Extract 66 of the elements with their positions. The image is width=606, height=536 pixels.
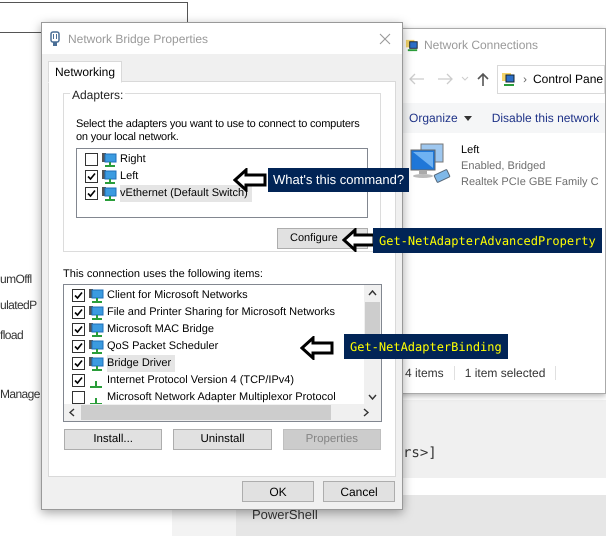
list-item[interactable]: Left (120, 168, 138, 185)
action-button[interactable]: Install... (64, 429, 162, 450)
dialog-button[interactable]: Cancel (323, 481, 395, 502)
tab[interactable]: Networking (48, 61, 122, 83)
section-label: This connection uses the following items: (63, 267, 264, 281)
checkbox[interactable] (72, 323, 85, 336)
network-service-icon (88, 304, 104, 320)
checkbox[interactable] (72, 340, 85, 353)
chevron-down-icon (461, 76, 469, 82)
network-service-icon (88, 322, 104, 338)
list-item[interactable]: Client for Microsoft Networks (107, 287, 248, 304)
checkbox[interactable] (85, 170, 98, 183)
up-arrow-icon (477, 72, 489, 86)
list-item[interactable]: Microsoft MAC Bridge (107, 321, 214, 338)
list-item[interactable]: QoS Packet Scheduler (107, 338, 218, 355)
item-status: Enabled, Bridged (461, 159, 546, 174)
list-item[interactable]: Bridge Driver (107, 355, 176, 372)
address-bar[interactable]: › Control Pane (497, 64, 605, 94)
callout-label: What's this command? (268, 168, 410, 192)
plug-icon (50, 30, 60, 46)
network-folder-icon (405, 38, 420, 52)
list-item[interactable]: Internet Protocol Version 4 (TCP/IPv4) (107, 372, 294, 389)
close-icon (379, 32, 391, 44)
checkbox[interactable] (72, 357, 85, 370)
window-title: Network Bridge Properties (68, 30, 210, 48)
network-service-icon (88, 288, 104, 304)
back-arrow-icon (409, 73, 425, 85)
action-button[interactable]: Uninstall (173, 429, 272, 450)
checkbox[interactable] (85, 187, 98, 200)
checkbox[interactable] (72, 306, 85, 319)
network-adapter-icon (101, 168, 117, 184)
checkbox[interactable] (72, 374, 85, 387)
network-adapter-icon (101, 186, 117, 202)
breadcrumb-item[interactable]: Control Pane (533, 70, 604, 88)
list-item[interactable]: vEthernet (Default Switch) (120, 185, 252, 202)
arrow-icon (342, 228, 376, 252)
instruction-text: Select the adapters you want to use to connect to computers on your local network. (76, 118, 361, 144)
text-fragment: fload (0, 327, 24, 344)
network-adapter-icon (101, 152, 117, 168)
toolbar-button[interactable]: Disable this network (492, 109, 600, 127)
item-device: Realtek PCIe GBE Family C (461, 175, 599, 190)
dialog-button[interactable]: OK (242, 481, 314, 502)
checkbox[interactable] (85, 153, 98, 166)
forward-arrow-icon (437, 73, 453, 85)
text-fragment: umOffl (0, 271, 32, 288)
network-folder-icon (501, 71, 517, 87)
checkbox[interactable] (72, 289, 85, 302)
list-item[interactable]: Microsoft Network Adapter Multiplexor Protocol (107, 389, 336, 406)
text-fragment: Manage (0, 386, 40, 403)
status-text: 1 item selected (464, 365, 546, 382)
callout-label: Get-NetAdapterAdvancedProperty (373, 228, 602, 253)
protocol-icon (90, 381, 102, 388)
callout-label: Get-NetAdapterBinding (344, 334, 508, 359)
toolbar-button[interactable]: Organize (409, 109, 472, 127)
network-service-icon (88, 356, 104, 372)
list-item[interactable]: File and Printer Sharing for Microsoft Networks (107, 304, 336, 321)
console-text: rs>] (403, 444, 437, 463)
breadcrumb-separator: › (523, 71, 527, 88)
network-service-icon (88, 338, 104, 354)
text-fragment: ulatedP (0, 297, 36, 314)
arrow-icon (300, 336, 334, 360)
status-text: 4 items (405, 365, 444, 382)
list-item[interactable]: Right (120, 151, 146, 168)
item-name[interactable]: Left (461, 142, 599, 158)
checkbox[interactable] (72, 391, 85, 404)
window-title: Network Connections (424, 37, 538, 54)
